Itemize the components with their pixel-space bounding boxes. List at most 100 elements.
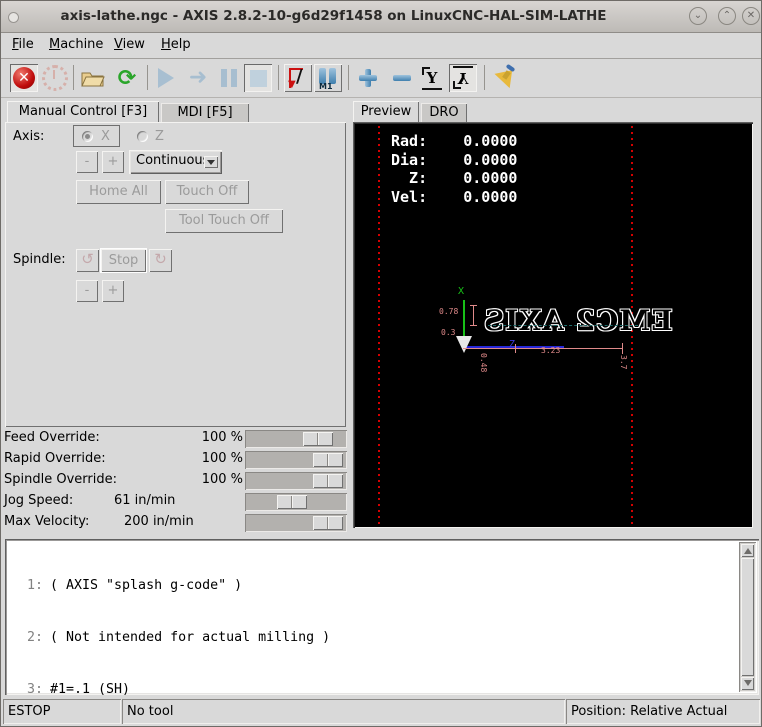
logo-dash-line: [488, 325, 638, 326]
axis-window: axis-lathe.ngc - AXIS 2.8.2-10-g6d29f145…: [0, 0, 762, 727]
close-button[interactable]: ✕: [742, 7, 760, 25]
tab-dro[interactable]: DRO: [421, 103, 467, 122]
slider-handle[interactable]: [313, 453, 343, 467]
step-button[interactable]: ➜: [184, 64, 212, 92]
maximize-button[interactable]: ⌃: [718, 7, 736, 25]
spindle-override-slider[interactable]: [245, 472, 347, 490]
tab-preview[interactable]: Preview: [353, 101, 419, 122]
axis-z-radio[interactable]: [137, 131, 148, 142]
feed-override-slider[interactable]: [245, 430, 347, 448]
spindle-minus-button[interactable]: -: [76, 280, 98, 302]
dim-label: 0.3: [441, 328, 455, 337]
pause-icon: [221, 69, 237, 87]
slider-handle[interactable]: [303, 432, 333, 446]
step-icon: ➜: [189, 68, 207, 88]
window-title: axis-lathe.ngc - AXIS 2.8.2-10-g6d29f145…: [1, 8, 666, 24]
gcode-listing[interactable]: 1:( AXIS "splash g-code" ) 2:( Not inten…: [5, 539, 759, 695]
axis-x-focus-ring: [73, 125, 120, 147]
machine-power-button[interactable]: [41, 64, 69, 92]
zoom-out-button[interactable]: [388, 64, 416, 92]
toolbar-separator: [348, 65, 349, 90]
stop-button[interactable]: [244, 64, 272, 92]
toolbar-separator: [484, 65, 485, 90]
spindle-override-value: 100 %: [202, 472, 243, 487]
jog-speed-slider[interactable]: [245, 493, 347, 511]
tool-touch-off-button[interactable]: Tool Touch Off: [165, 209, 283, 233]
jog-speed-value: 61 in/min: [114, 493, 175, 508]
estop-button[interactable]: ✕: [10, 64, 38, 92]
gcode-scrollbar[interactable]: [739, 542, 756, 692]
jog-minus-button[interactable]: -: [76, 151, 98, 173]
dimension-y-button[interactable]: Y: [418, 64, 446, 92]
skip-lines-button[interactable]: ▼/: [284, 64, 312, 92]
max-velocity-label: Max Velocity:: [4, 514, 89, 529]
feed-override-label: Feed Override:: [4, 430, 100, 445]
preview-canvas[interactable]: Rad: 0.0000 Dia: 0.0000 Z: 0.0000 Vel: 0…: [353, 122, 753, 528]
rapid-override-slider[interactable]: [245, 451, 347, 469]
menu-view[interactable]: View: [114, 37, 145, 52]
tab-manual-control[interactable]: Manual Control [F3]: [7, 101, 159, 122]
feed-override-value: 100 %: [202, 430, 243, 445]
title-bar[interactable]: axis-lathe.ngc - AXIS 2.8.2-10-g6d29f145…: [1, 1, 761, 33]
zoom-in-icon: [359, 69, 377, 87]
spindle-plus-button[interactable]: +: [102, 280, 124, 302]
optional-pause-m1-icon: M1: [319, 68, 337, 88]
tab-mdi[interactable]: MDI [F5]: [161, 103, 249, 122]
dimension-y-alt-button[interactable]: Y: [449, 64, 477, 92]
axis-x-radio[interactable]: [82, 131, 93, 142]
gcode-line: 3:#1=.1 (SH): [9, 681, 330, 698]
menu-help[interactable]: Help: [161, 37, 191, 52]
open-file-button[interactable]: [79, 64, 107, 92]
rapid-override-value: 100 %: [202, 451, 243, 466]
gcode-line: 2:( Not intended for actual milling ): [9, 629, 330, 646]
reload-button[interactable]: ⟳: [113, 64, 141, 92]
optional-pause-button[interactable]: M1: [314, 64, 342, 92]
spindle-ccw-button[interactable]: ↺: [76, 249, 99, 272]
machine-power-icon: [42, 65, 68, 91]
scrollbar-thumb[interactable]: [741, 558, 754, 676]
dro-readout: Rad: 0.0000 Dia: 0.0000 Z: 0.0000 Vel: 0…: [391, 132, 517, 206]
clear-plot-button[interactable]: [491, 64, 519, 92]
menu-bar: File Machine View Help: [1, 33, 761, 58]
dim-label: 3.23: [541, 346, 560, 355]
machine-limit-line: [378, 126, 380, 524]
rapid-override-label: Rapid Override:: [4, 451, 106, 466]
toolbar-separator: [278, 65, 279, 90]
slider-handle[interactable]: [277, 495, 307, 509]
jog-plus-button[interactable]: +: [102, 151, 124, 173]
status-position: Position: Relative Actual: [566, 699, 760, 724]
slider-handle[interactable]: [313, 516, 343, 530]
clear-plot-broom-icon: [493, 66, 517, 90]
dimension-y-alt-icon: Y: [455, 69, 472, 87]
home-all-button[interactable]: Home All: [76, 180, 161, 204]
dim-label: 3.7: [619, 355, 628, 369]
open-folder-icon: [81, 68, 105, 88]
toolbar-separator: [73, 65, 74, 90]
minimize-button[interactable]: ⌄: [689, 7, 707, 25]
spindle-stop-button[interactable]: Stop: [101, 249, 146, 272]
toolbar: ✕ ⟳ ➜ ▼/: [1, 59, 761, 98]
jog-mode-dropdown[interactable]: Continuous: [129, 150, 222, 174]
reload-icon: ⟳: [118, 66, 136, 91]
axis-x-label: X: [101, 129, 110, 144]
dim-label: 0.48: [479, 353, 488, 372]
menu-file[interactable]: File: [12, 37, 34, 52]
max-velocity-slider[interactable]: [245, 514, 347, 532]
status-tool: No tool: [122, 699, 565, 724]
max-velocity-value: 200 in/min: [124, 514, 194, 529]
dimension-y-icon: Y: [424, 69, 441, 87]
status-estop: ESTOP: [3, 699, 121, 724]
menu-machine[interactable]: Machine: [49, 37, 103, 52]
scroll-up-icon[interactable]: [741, 544, 754, 557]
zoom-in-button[interactable]: [354, 64, 382, 92]
gcode-line: 1:( AXIS "splash g-code" ): [9, 577, 330, 594]
spindle-override-label: Spindle Override:: [4, 472, 117, 487]
pause-button[interactable]: [215, 64, 243, 92]
axis-z-label: Z: [155, 129, 164, 144]
scroll-down-icon[interactable]: [741, 677, 754, 690]
spindle-cw-button[interactable]: ↻: [149, 249, 172, 272]
touch-off-button[interactable]: Touch Off: [165, 180, 249, 204]
run-button[interactable]: [152, 64, 180, 92]
slider-handle[interactable]: [313, 474, 343, 488]
tool-cone: [456, 336, 472, 353]
